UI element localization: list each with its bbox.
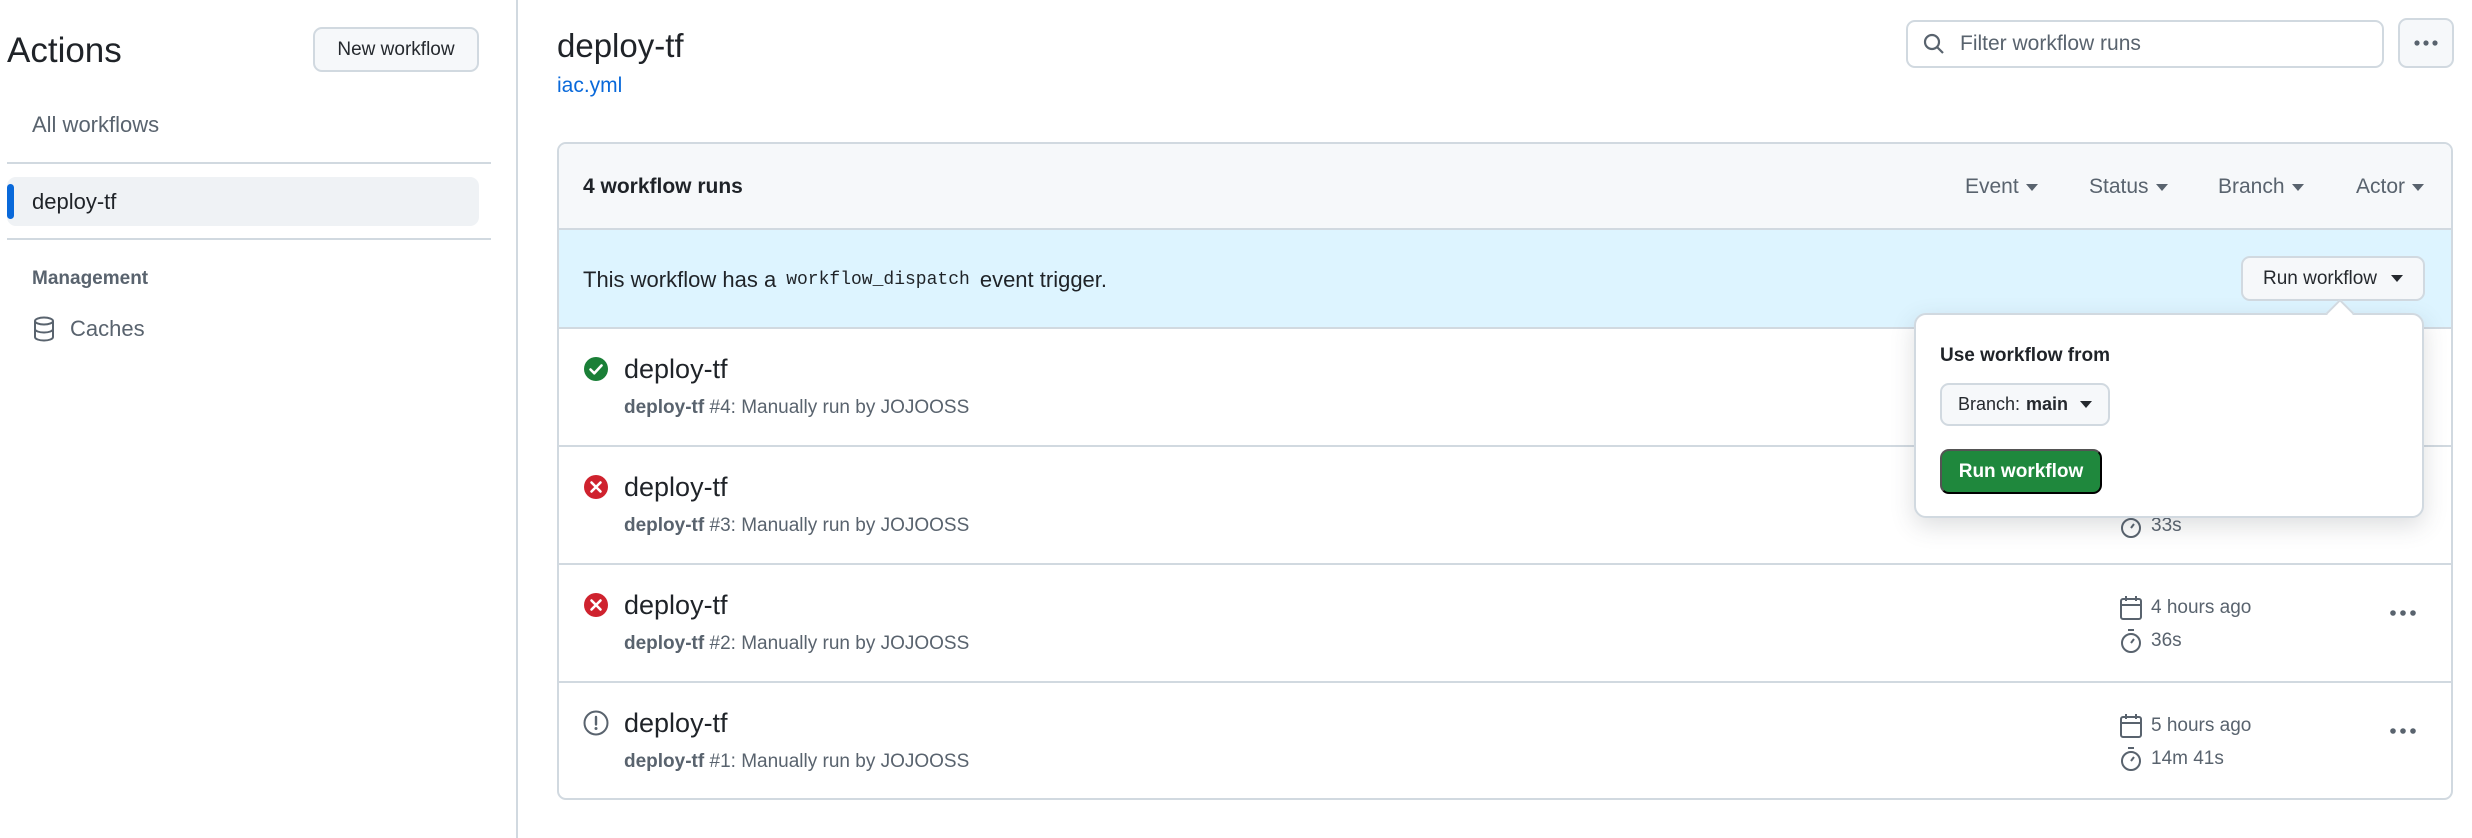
run-subtitle: deploy-tf #2: Manually run by JOJOOSS (624, 633, 969, 655)
kebab-horizontal-icon (2413, 39, 2439, 47)
kebab-horizontal-icon[interactable] (2389, 609, 2417, 617)
time-ago-text: 5 hours ago (2151, 715, 2252, 736)
button-label: Run workflow (2262, 267, 2378, 289)
branch-value: main (2026, 394, 2069, 414)
filter-runs-search[interactable]: Filter workflow runs (1906, 20, 2384, 68)
filter-label: Branch (2218, 175, 2285, 198)
workflow-file-link[interactable]: iac.yml (557, 74, 622, 98)
run-workflow-popover: Use workflow from Branch: main Run workf… (1914, 298, 2424, 518)
page-title: deploy-tf (557, 27, 684, 64)
stopwatch-icon (2119, 628, 2143, 654)
run-workflow-name: deploy-tf (624, 515, 705, 536)
filter-label: Actor (2356, 175, 2406, 198)
duration-text: 14m 41s (2151, 748, 2224, 769)
kebab-horizontal-icon[interactable] (2389, 727, 2417, 735)
run-time-ago: 4 hours ago (2119, 595, 2251, 621)
calendar-icon (2119, 595, 2143, 621)
calendar-icon (2119, 713, 2143, 739)
table-row[interactable]: deploy-tf deploy-tf #1: Manually run by … (559, 683, 2451, 798)
status-filter[interactable]: Status (2089, 175, 2168, 199)
use-workflow-from-label: Use workflow from (1940, 345, 2110, 366)
run-details: #4: Manually run by JOJOOSS (709, 397, 970, 418)
caret-down-icon (2025, 183, 2038, 191)
run-duration: 14m 41s (2119, 746, 2224, 772)
caret-down-icon (2155, 183, 2168, 191)
run-subtitle: deploy-tf #1: Manually run by JOJOOSS (624, 751, 969, 773)
x-circle-fill-icon (583, 592, 609, 618)
table-row[interactable]: deploy-tf deploy-tf #2: Manually run by … (559, 565, 2451, 683)
run-title[interactable]: deploy-tf (624, 708, 728, 739)
run-workflow-name: deploy-tf (624, 751, 705, 772)
duration-text: 33s (2151, 515, 2182, 536)
run-workflow-name: deploy-tf (624, 397, 705, 418)
dispatch-text-after: event trigger. (979, 267, 1108, 292)
run-workflow-dropdown-button[interactable]: Run workflow (2241, 256, 2425, 301)
runs-count: 4 workflow runs (583, 175, 743, 198)
stopwatch-icon (2119, 746, 2143, 772)
run-time-ago: 5 hours ago (2119, 713, 2251, 739)
run-title[interactable]: deploy-tf (624, 472, 728, 503)
dispatch-code: workflow_dispatch (786, 270, 970, 290)
sidebar: Actions New workflow All workflows deplo… (0, 0, 518, 838)
actor-filter[interactable]: Actor (2356, 175, 2425, 199)
runs-header: 4 workflow runs Event Status Branch Acto… (559, 144, 2451, 230)
search-icon (1922, 32, 1946, 56)
sidebar-item-label: Caches (70, 316, 145, 341)
sidebar-item-deploy-tf[interactable]: deploy-tf (7, 177, 479, 226)
run-workflow-button[interactable]: Run workflow (1940, 449, 2102, 494)
run-details: #2: Manually run by JOJOOSS (709, 633, 970, 654)
sidebar-title: Actions (7, 31, 122, 70)
active-indicator (7, 184, 14, 219)
sidebar-divider (7, 238, 491, 240)
branch-prefix: Branch: (1957, 394, 2021, 414)
run-subtitle: deploy-tf #3: Manually run by JOJOOSS (624, 515, 969, 537)
sidebar-item-caches[interactable]: Caches (32, 316, 145, 342)
caret-down-icon (2412, 183, 2425, 191)
branch-select-button[interactable]: Branch: main (1940, 383, 2110, 426)
run-workflow-name: deploy-tf (624, 633, 705, 654)
sidebar-item-label: deploy-tf (32, 189, 117, 214)
management-heading: Management (32, 268, 149, 289)
dispatch-text-before: This workflow has a (583, 267, 777, 292)
filter-label: Event (1965, 175, 2019, 198)
database-icon (32, 316, 56, 342)
sidebar-item-all-workflows[interactable]: All workflows (32, 112, 159, 138)
run-duration: 36s (2119, 628, 2182, 654)
search-input[interactable]: Filter workflow runs (1960, 32, 2141, 56)
duration-text: 36s (2151, 630, 2182, 651)
new-workflow-button[interactable]: New workflow (313, 27, 479, 72)
caret-down-icon (2291, 183, 2304, 191)
time-ago-text: 4 hours ago (2151, 597, 2252, 618)
run-details: #1: Manually run by JOJOOSS (709, 751, 970, 772)
event-filter[interactable]: Event (1965, 175, 2038, 199)
run-title[interactable]: deploy-tf (624, 590, 728, 621)
alert-circle-icon (583, 710, 609, 736)
caret-down-icon (2080, 401, 2093, 408)
run-details: #3: Manually run by JOJOOSS (709, 515, 970, 536)
run-subtitle: deploy-tf #4: Manually run by JOJOOSS (624, 397, 969, 419)
run-title[interactable]: deploy-tf (624, 354, 728, 385)
filter-label: Status (2089, 175, 2149, 198)
check-circle-fill-icon (583, 356, 609, 382)
dispatch-text: This workflow has a workflow_dispatch ev… (583, 267, 1107, 293)
sidebar-divider (7, 162, 491, 164)
branch-filter[interactable]: Branch (2218, 175, 2304, 199)
x-circle-fill-icon (583, 474, 609, 500)
caret-down-icon (2391, 275, 2404, 282)
more-options-button[interactable] (2398, 18, 2454, 68)
